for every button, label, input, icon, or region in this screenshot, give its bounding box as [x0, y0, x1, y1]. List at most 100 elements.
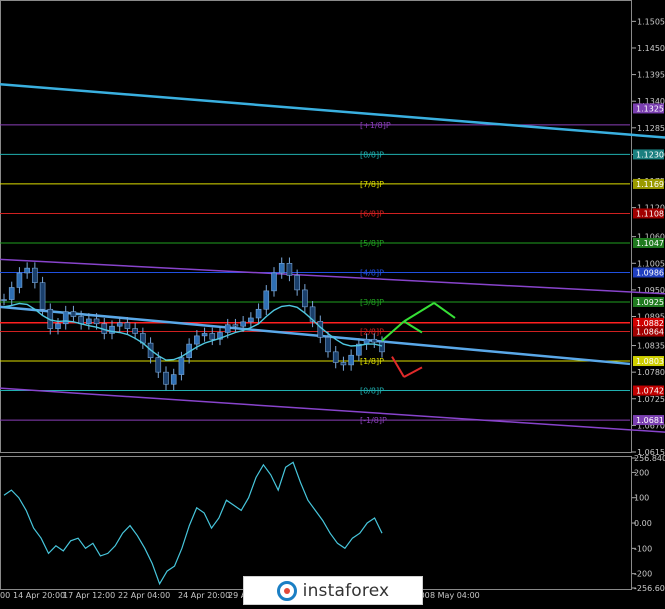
price-bar-body: [16, 272, 23, 288]
price-tag-label: 1.0681: [636, 416, 664, 425]
price-bar-body: [371, 338, 378, 343]
price-tick-label: 1.1395: [637, 71, 665, 80]
price-bar-body: [155, 357, 162, 373]
osc-tick-label: -100: [634, 544, 652, 553]
chart-svg: 1.15051.14501.13951.13401.12851.12301.11…: [0, 0, 665, 600]
price-bar-body: [348, 354, 354, 366]
price-bar-body: [302, 289, 308, 308]
oscillator-line: [3, 461, 383, 586]
oscillator-panel-frame: [0, 456, 632, 590]
price-tag-label: 1.1230: [636, 150, 664, 159]
price-bar-body: [55, 323, 61, 329]
price-bar-body: [271, 272, 277, 292]
price-tag-label: 1.0882: [636, 319, 664, 328]
price-panel-frame: [0, 0, 632, 453]
price-bar-body: [332, 351, 339, 363]
upper-purple-channel-line: [0, 258, 665, 295]
price-bar-body: [201, 333, 208, 337]
price-bar-body: [232, 324, 239, 327]
price-tick-label: 1.0725: [637, 395, 665, 404]
forecast-arrows: [381, 302, 456, 378]
price-tick-label: 1.1285: [637, 124, 665, 133]
price-bar-body: [39, 282, 46, 310]
time-label: 14 Apr 20:00: [13, 591, 65, 600]
price-tag-label: 1.0864: [636, 328, 664, 337]
murrey-level-label: [0/8]P: [360, 387, 384, 396]
osc-tick-label: 200: [634, 468, 649, 477]
forecast-up-arrow: [433, 302, 456, 319]
murrey-level-label: [7/8]P: [360, 180, 384, 189]
price-bar-body: [209, 333, 216, 340]
oscillator-axis: 256.8402 200 100 0.00 -100 -200 -256.604: [632, 454, 665, 593]
murrey-levels: [+1/8]P [8/8]P [7/8]P [6/8]P [5/8]P [4/8]P [3/…: [0, 121, 630, 425]
price-bar-body: [263, 290, 270, 310]
murrey-level-label: [+1/8]P: [360, 121, 391, 130]
price-bar-body: [194, 335, 200, 345]
forecast-down-arrow: [391, 356, 405, 378]
price-bar-body: [70, 311, 77, 317]
instaforex-logo-icon: [276, 580, 297, 601]
price-bar-body: [340, 362, 347, 366]
price-bar-body: [8, 287, 15, 300]
price-tag-label: 1.1108: [636, 209, 664, 218]
price-tick-label: 1.1005: [637, 259, 665, 268]
osc-tick-label: -256.604: [634, 584, 665, 593]
price-tag-label: 1.1047: [636, 239, 664, 248]
price-bar-body: [178, 357, 185, 375]
osc-tick-label: 100: [634, 494, 649, 503]
price-bar-body: [132, 328, 138, 334]
price-bar-body: [86, 318, 92, 325]
upper-cyan-channel-line: [0, 83, 665, 139]
price-bar-body: [278, 262, 285, 274]
price-bar-body: [363, 338, 370, 345]
lower-purple-channel-line: [0, 387, 665, 433]
price-tick-label: 1.0835: [637, 342, 665, 351]
price-tag-label: 1.0925: [636, 298, 664, 307]
price-bar-body: [325, 337, 331, 353]
price-bar-body: [93, 318, 100, 325]
price-bar-body: [224, 324, 231, 333]
forecast-down-arrow: [403, 366, 423, 378]
price-bar-body: [240, 321, 246, 327]
price-tag-label: 1.1325: [636, 104, 664, 113]
price-bar-body: [32, 267, 38, 283]
murrey-level-label: [1/8]P: [360, 357, 384, 366]
price-bar-body: [170, 374, 177, 385]
price-tick-label: 1.1450: [637, 44, 665, 53]
murrey-level-label: [2/8]P: [360, 328, 384, 337]
watermark-text: instaforex: [302, 580, 390, 601]
murrey-level-label: [-1/8]P: [360, 416, 387, 425]
murrey-level-label: [6/8]P: [360, 209, 384, 218]
time-label: 24 Apr 20:00: [178, 591, 230, 600]
price-bar-body: [286, 262, 293, 276]
price-tick-label: 1.0780: [637, 368, 665, 377]
price-tag-label: 1.1169: [636, 180, 664, 189]
murrey-level-label: [5/8]P: [360, 239, 384, 248]
price-bar-body: [116, 322, 123, 327]
price-bar-body: [62, 311, 69, 325]
time-label: 22 Apr 04:00: [118, 591, 170, 600]
trend-lines: [0, 83, 665, 433]
price-bar-body: [1, 299, 7, 301]
murrey-level-label: [3/8]P: [360, 298, 384, 307]
murrey-level-label: [4/8]P: [360, 268, 384, 277]
time-label: 8 May 04:00: [430, 591, 480, 600]
price-bar-body: [24, 267, 30, 274]
chart: 1.15051.14501.13951.13401.12851.12301.11…: [0, 0, 665, 605]
price-bar-body: [248, 317, 254, 323]
price-tag-label: 1.0803: [636, 357, 664, 366]
murrey-level-label: [8/8]P: [360, 150, 384, 159]
time-label: 17 Apr 12:00: [63, 591, 115, 600]
price-bar-body: [294, 275, 300, 291]
forecast-up-arrow: [403, 302, 435, 323]
price-tag-label: 1.0986: [636, 268, 664, 277]
price-bar-body: [124, 322, 131, 329]
osc-tick-label: -200: [634, 570, 652, 579]
price-tag-label: 1.0742: [636, 387, 664, 396]
osc-tick-label: 256.8402: [634, 454, 665, 463]
instaforex-watermark: instaforex: [243, 576, 423, 605]
osc-tick-label: 0.00: [634, 519, 652, 528]
price-tick-label: 1.1505: [637, 17, 665, 26]
time-label: 00: [0, 591, 10, 600]
price-bar-body: [163, 371, 169, 385]
